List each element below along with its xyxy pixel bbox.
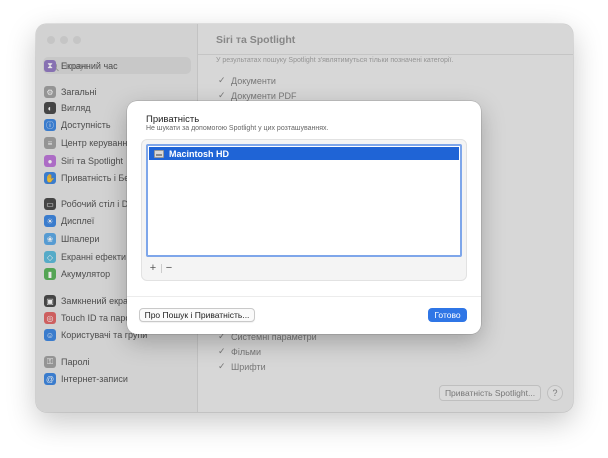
list-item-label: Macintosh HD (169, 148, 230, 159)
add-location-button[interactable]: + (146, 262, 160, 274)
about-search-privacy-button[interactable]: Про Пошук і Приватність... (139, 308, 255, 322)
sheet-subtitle: Не шукати за допомогою Spotlight у цих р… (146, 125, 329, 132)
remove-location-button[interactable]: − (162, 262, 176, 274)
sheet-divider (127, 296, 481, 297)
sheet-title: Приватність (146, 114, 200, 125)
privacy-sheet: Приватність Не шукати за допомогою Spotl… (127, 101, 481, 334)
excluded-locations-list[interactable]: Macintosh HD (146, 144, 462, 257)
excluded-locations-group: Macintosh HD + − (141, 139, 467, 281)
hard-drive-icon (154, 149, 164, 158)
done-button[interactable]: Готово (428, 308, 467, 322)
list-item-macintosh-hd[interactable]: Macintosh HD (149, 147, 459, 160)
